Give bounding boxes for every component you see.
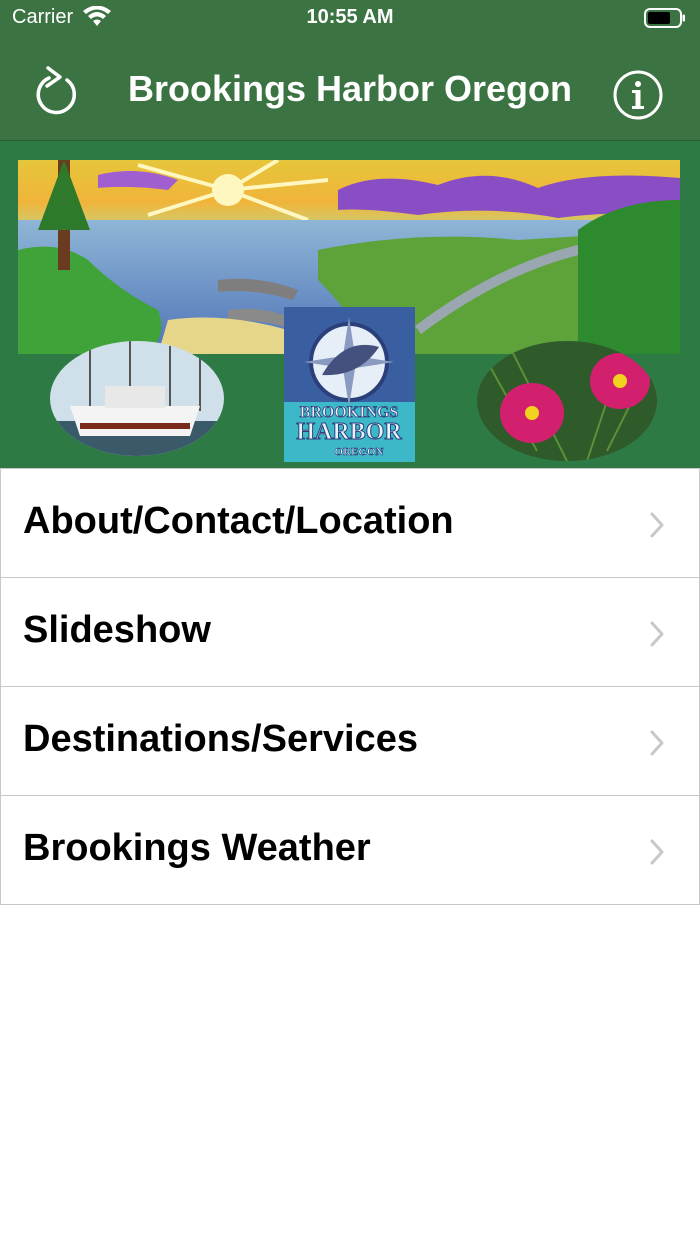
menu-item-label: About/Contact/Location — [23, 500, 454, 542]
menu-item-destinations-services[interactable]: Destinations/Services — [0, 687, 700, 796]
chevron-right-icon — [650, 730, 664, 756]
navigation-bar: Brookings Harbor Oregon — [0, 40, 700, 141]
top-bar: Carrier 10:55 AM Brookings Harbor Oregon — [0, 0, 700, 141]
chevron-right-icon — [650, 512, 664, 538]
header-banner: BROOKINGS HARBOR OREGON — [0, 141, 700, 468]
main-menu: About/Contact/Location Slideshow Destina… — [0, 468, 700, 905]
info-icon[interactable] — [612, 69, 664, 121]
clock: 10:55 AM — [306, 6, 394, 28]
menu-item-label: Slideshow — [23, 609, 211, 651]
menu-item-about-contact-location[interactable]: About/Contact/Location — [0, 469, 700, 578]
menu-item-label: Brookings Weather — [23, 827, 371, 869]
page-title: Brookings Harbor Oregon — [127, 68, 573, 109]
menu-item-brookings-weather[interactable]: Brookings Weather — [0, 796, 700, 905]
chevron-right-icon — [650, 621, 664, 647]
boat-photo — [50, 341, 224, 456]
status-bar: Carrier 10:55 AM — [0, 0, 700, 40]
menu-item-label: Destinations/Services — [23, 718, 418, 760]
brookings-harbor-logo: BROOKINGS HARBOR OREGON — [284, 307, 415, 462]
logo-text-harbor: HARBOR — [296, 419, 402, 445]
chevron-right-icon — [650, 839, 664, 865]
menu-item-slideshow[interactable]: Slideshow — [0, 578, 700, 687]
flowers-photo — [477, 341, 657, 461]
logo-text-oregon: OREGON — [335, 446, 384, 458]
battery-icon — [644, 8, 685, 28]
